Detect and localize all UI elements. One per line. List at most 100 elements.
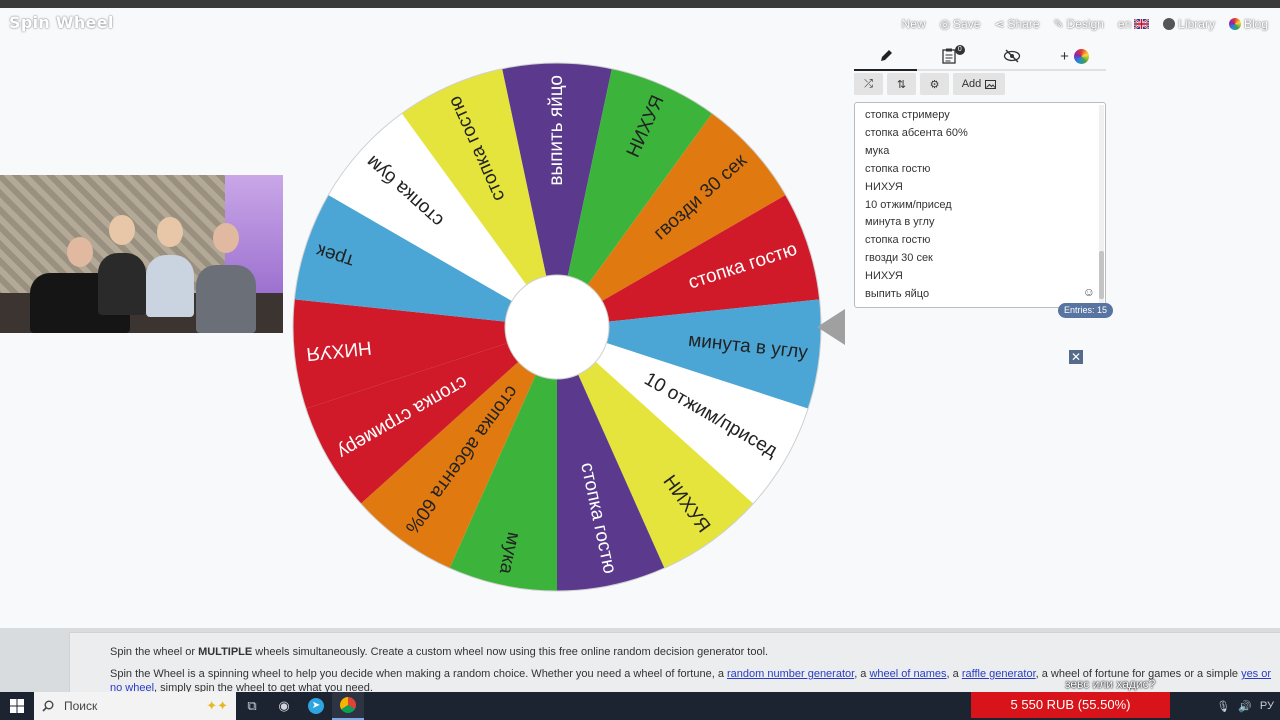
donation-message: зевс или хадис? — [1065, 677, 1156, 691]
nav-design-label: Design — [1066, 17, 1104, 31]
shuffle-button[interactable]: ⤮ — [854, 73, 883, 95]
tray-language[interactable]: РУ — [1260, 700, 1274, 712]
nav-new[interactable]: New — [902, 17, 926, 31]
info-text: , a — [946, 668, 962, 680]
add-image-button[interactable]: Add — [953, 73, 1005, 95]
gear-icon: ⚙ — [929, 78, 940, 91]
tab-hide[interactable] — [980, 43, 1043, 69]
taskbar-search-placeholder: Поиск — [64, 699, 98, 713]
tab-add-wheel[interactable]: + — [1043, 43, 1106, 69]
spin-wheel[interactable]: выпить яйцо НИХУЯ гвозди 30 сек стопка гост… — [290, 60, 824, 594]
close-button[interactable]: ✕ — [1069, 350, 1083, 364]
person-head — [67, 237, 93, 267]
person-head — [157, 217, 183, 247]
nav-design[interactable]: ✎ Design — [1054, 17, 1104, 31]
entries-textarea[interactable]: стопка стримеру стопка абсента 60% мука сто… — [854, 102, 1106, 308]
taskbar-task-view[interactable]: ⧉ — [236, 692, 268, 720]
nav-language[interactable]: en — [1117, 17, 1150, 31]
entry-item[interactable]: стопка абсента 60% — [865, 125, 1095, 143]
panel-tabs: 0 + — [854, 43, 1106, 71]
library-icon — [1163, 18, 1176, 30]
search-icon — [42, 700, 54, 712]
entry-item[interactable]: стопка гостю — [865, 161, 1095, 179]
wheel-center-hub[interactable] — [504, 274, 610, 380]
nav-blog[interactable]: Blog — [1228, 17, 1268, 31]
nav-save[interactable]: ◎ Save — [940, 17, 981, 31]
person-head — [213, 223, 239, 253]
taskbar-search[interactable]: Поиск ✦✦ — [34, 692, 236, 720]
entry-item[interactable]: минута в углу — [865, 214, 1095, 232]
taskbar-app-chrome[interactable] — [332, 692, 364, 720]
close-icon: ✕ — [1070, 350, 1082, 364]
top-navigation: New ◎ Save ⋖ Share ✎ Design en Library Blog — [902, 17, 1268, 31]
app-logo[interactable]: Spin Wheel — [9, 13, 114, 32]
results-badge: 0 — [954, 45, 965, 55]
start-button[interactable] — [0, 692, 34, 720]
uk-flag-icon — [1134, 19, 1150, 29]
entries-scrollbar-thumb[interactable] — [1099, 251, 1104, 299]
entry-item[interactable]: стопка гостю — [865, 232, 1095, 250]
person-head — [109, 215, 135, 245]
person-torso — [98, 253, 146, 315]
webcam-person — [146, 217, 194, 317]
nav-language-label: en — [1117, 17, 1132, 31]
sort-button[interactable]: ⇅ — [887, 73, 916, 95]
wheel-pointer-icon — [817, 309, 845, 345]
nav-share[interactable]: ⋖ Share — [994, 17, 1039, 31]
save-icon: ◎ — [939, 17, 951, 31]
entry-item[interactable]: стопка стримеру — [865, 107, 1095, 125]
entries-panel: 0 + ⤮ ⇅ ⚙ Add стопка стримеру стопка абсе… — [854, 43, 1106, 308]
taskbar-app-telegram[interactable]: ➤ — [300, 692, 332, 720]
webcam-person — [196, 223, 256, 333]
nav-library-label: Library — [1178, 17, 1215, 31]
entry-item[interactable]: НИХУЯ — [865, 268, 1095, 286]
shuffle-icon: ⤮ — [864, 77, 873, 90]
plus-icon: + — [1060, 47, 1069, 65]
webcam-person — [98, 215, 146, 315]
info-text: wheels simultaneously. Create a custom w… — [252, 646, 769, 658]
link-random-number-generator[interactable]: random number generator — [727, 668, 854, 680]
windows-icon — [10, 699, 24, 713]
task-view-icon: ⧉ — [247, 698, 257, 713]
clipboard-icon — [941, 48, 956, 64]
nav-share-label: Share — [1007, 17, 1040, 31]
entry-item[interactable]: мука — [865, 143, 1095, 161]
wheel-svg[interactable]: выпить яйцо НИХУЯгвозди 30 секстопка гост… — [290, 60, 824, 594]
tab-results[interactable]: 0 — [917, 43, 980, 69]
settings-button[interactable]: ⚙ — [920, 73, 949, 95]
add-image-label: Add — [961, 78, 982, 90]
tab-edit[interactable] — [854, 43, 917, 71]
info-text: Spin the wheel or — [110, 646, 199, 658]
entry-item[interactable]: выпить яйцо — [865, 286, 1095, 304]
link-raffle-generator[interactable]: raffle generator — [962, 668, 1036, 680]
entry-item[interactable]: гвозди 30 сек — [865, 250, 1095, 268]
nav-save-label: Save — [953, 17, 981, 31]
chrome-icon — [340, 697, 356, 713]
volume-icon[interactable]: 🔊 — [1238, 700, 1252, 713]
entries-count-badge: Entries: 15 — [1058, 303, 1114, 318]
donation-goal-bar: 5 550 RUB (55.50%) — [971, 692, 1170, 718]
link-wheel-of-names[interactable]: wheel of names — [869, 668, 946, 680]
nav-blog-label: Blog — [1243, 17, 1268, 31]
image-icon — [985, 79, 997, 89]
microphone-icon[interactable]: 🎙 — [1216, 700, 1230, 713]
blog-icon — [1228, 18, 1241, 30]
webcam-overlay — [0, 175, 283, 333]
browser-top-strip — [0, 0, 1280, 8]
taskbar-app-obs[interactable]: ◉ — [268, 692, 300, 720]
info-text: , a — [854, 668, 870, 680]
entry-item[interactable]: 10 отжим/присед — [865, 197, 1095, 215]
entry-item[interactable]: НИХУЯ — [865, 179, 1095, 197]
nav-library[interactable]: Library — [1163, 17, 1215, 31]
info-paragraph: Spin the wheel or MULTIPLE wheels simult… — [110, 645, 1280, 659]
sparkle-icon: ✦✦ — [206, 698, 228, 713]
entries-toolbar: ⤮ ⇅ ⚙ Add — [854, 73, 1106, 95]
nav-new-label: New — [901, 17, 926, 31]
eye-slash-icon — [1003, 49, 1020, 63]
share-icon: ⋖ — [994, 17, 1005, 31]
info-bold-text: MULTIPLE — [198, 646, 253, 658]
person-torso — [146, 255, 194, 317]
emoji-icon[interactable]: ☺ — [1083, 285, 1095, 299]
pencil-icon — [880, 50, 892, 61]
design-icon: ✎ — [1053, 17, 1064, 31]
